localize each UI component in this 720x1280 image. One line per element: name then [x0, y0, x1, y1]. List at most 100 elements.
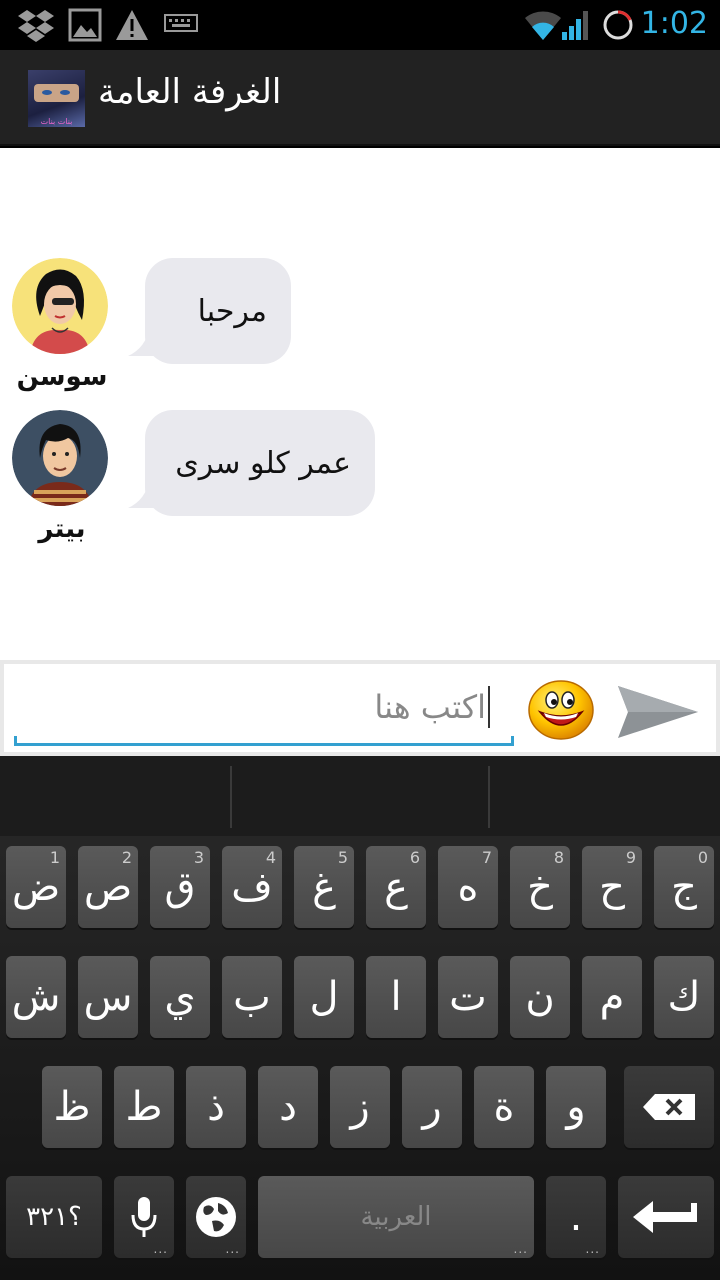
signal-icon	[560, 8, 590, 46]
backspace-icon	[643, 1094, 695, 1120]
sender-name: بيتر	[38, 514, 86, 544]
key-label: ن	[525, 974, 555, 1020]
key-label: ف	[231, 864, 273, 910]
page-title: الغرفة العامة	[98, 72, 282, 112]
key-label: ة	[493, 1084, 515, 1130]
mic-key[interactable]: ...	[114, 1176, 174, 1258]
key-letter[interactable]: ح9	[582, 846, 642, 928]
mic-icon	[131, 1197, 157, 1237]
key-letter[interactable]: و	[546, 1066, 606, 1148]
key-letter[interactable]: ق3	[150, 846, 210, 928]
key-label: ا	[390, 974, 402, 1020]
key-label: ط	[125, 1084, 163, 1130]
key-letter[interactable]: ك	[654, 956, 714, 1038]
key-letter[interactable]: ش	[6, 956, 66, 1038]
input-underline	[14, 736, 514, 746]
symbols-label: ؟٣٢١	[26, 1202, 82, 1232]
key-letter[interactable]: ط	[114, 1066, 174, 1148]
key-label: ظ	[53, 1084, 91, 1130]
key-letter[interactable]: ا	[366, 956, 426, 1038]
app-logo[interactable]: بنات بنات	[28, 70, 85, 127]
composer-box	[4, 664, 716, 752]
message-bubble[interactable]: مرحبا	[145, 258, 291, 364]
dropbox-icon	[18, 8, 54, 46]
key-letter[interactable]: ه7	[438, 846, 498, 928]
chat-area[interactable]: سوسن مرحبا بيتر عمر كلو سرى	[0, 148, 720, 660]
key-label: ح	[599, 864, 625, 910]
key-label: د	[279, 1084, 297, 1130]
status-bar: 1:02	[0, 0, 720, 50]
key-letter[interactable]: ز	[330, 1066, 390, 1148]
key-label: ل	[309, 974, 339, 1020]
wifi-icon	[524, 8, 562, 46]
composer-bar	[0, 660, 720, 756]
key-letter[interactable]: ي	[150, 956, 210, 1038]
key-letter[interactable]: س	[78, 956, 138, 1038]
key-number-hint: 9	[625, 848, 636, 867]
key-letter[interactable]: ف4	[222, 846, 282, 928]
suggestion-strip[interactable]	[0, 756, 720, 836]
avatar-female-icon[interactable]	[12, 258, 108, 354]
period-key[interactable]: . ...	[546, 1176, 606, 1258]
key-letter[interactable]: ذ	[186, 1066, 246, 1148]
message-input[interactable]	[14, 672, 514, 742]
key-label: ض	[11, 864, 61, 910]
warning-icon	[114, 8, 150, 46]
key-letter[interactable]: ل	[294, 956, 354, 1038]
globe-more-dots: ...	[225, 1242, 240, 1256]
enter-key[interactable]	[618, 1176, 714, 1258]
key-label: ز	[350, 1084, 370, 1130]
key-letter[interactable]: غ5	[294, 846, 354, 928]
backspace-key[interactable]	[624, 1066, 714, 1148]
key-label: خ	[527, 864, 553, 910]
key-label: ج	[671, 864, 697, 910]
key-letter[interactable]: ة	[474, 1066, 534, 1148]
key-letter[interactable]: د	[258, 1066, 318, 1148]
key-number-hint: 4	[265, 848, 276, 867]
keyboard-icon	[164, 14, 198, 40]
period-more-dots: ...	[585, 1242, 600, 1256]
keyboard: ؟٣٢١ ... ... العربية ... . ... ض1ص2ق3ف4غ…	[0, 756, 720, 1280]
key-number-hint: 8	[553, 848, 564, 867]
clock: 1:02	[640, 6, 708, 41]
chat-message: سوسن مرحبا	[0, 258, 720, 408]
key-number-hint: 3	[193, 848, 204, 867]
key-letter[interactable]: ر	[402, 1066, 462, 1148]
key-label: ب	[233, 974, 271, 1020]
key-label: ق	[164, 864, 196, 910]
key-label: ر	[422, 1084, 442, 1130]
key-number-hint: 1	[49, 848, 60, 867]
key-number-hint: 5	[337, 848, 348, 867]
key-label: ص	[83, 864, 133, 910]
key-label: س	[83, 974, 133, 1020]
space-key[interactable]: العربية ...	[258, 1176, 534, 1258]
globe-key[interactable]: ...	[186, 1176, 246, 1258]
key-letter[interactable]: ج0	[654, 846, 714, 928]
key-number-hint: 7	[481, 848, 492, 867]
key-letter[interactable]: ت	[438, 956, 498, 1038]
key-label: ع	[384, 864, 408, 910]
key-letter[interactable]: خ8	[510, 846, 570, 928]
avatar-male-icon[interactable]	[12, 410, 108, 506]
app-logo-text: بنات بنات	[40, 117, 73, 126]
gallery-icon	[68, 8, 102, 46]
key-number-hint: 0	[697, 848, 708, 867]
action-bar: بنات بنات الغرفة العامة	[0, 50, 720, 146]
key-label: ش	[11, 974, 61, 1020]
mic-more-dots: ...	[153, 1242, 168, 1256]
key-letter[interactable]: ن	[510, 956, 570, 1038]
period-label: .	[569, 1194, 583, 1240]
smiley-icon[interactable]	[528, 680, 594, 740]
message-bubble[interactable]: عمر كلو سرى	[145, 410, 375, 516]
send-icon[interactable]	[618, 684, 700, 740]
key-letter[interactable]: ع6	[366, 846, 426, 928]
key-letter[interactable]: ظ	[42, 1066, 102, 1148]
sender-name: سوسن	[16, 362, 108, 392]
key-letter[interactable]: م	[582, 956, 642, 1038]
space-more-dots: ...	[513, 1242, 528, 1256]
key-letter[interactable]: ص2	[78, 846, 138, 928]
key-label: م	[599, 974, 625, 1020]
key-letter[interactable]: ب	[222, 956, 282, 1038]
key-letter[interactable]: ض1	[6, 846, 66, 928]
symbols-key[interactable]: ؟٣٢١	[6, 1176, 102, 1258]
